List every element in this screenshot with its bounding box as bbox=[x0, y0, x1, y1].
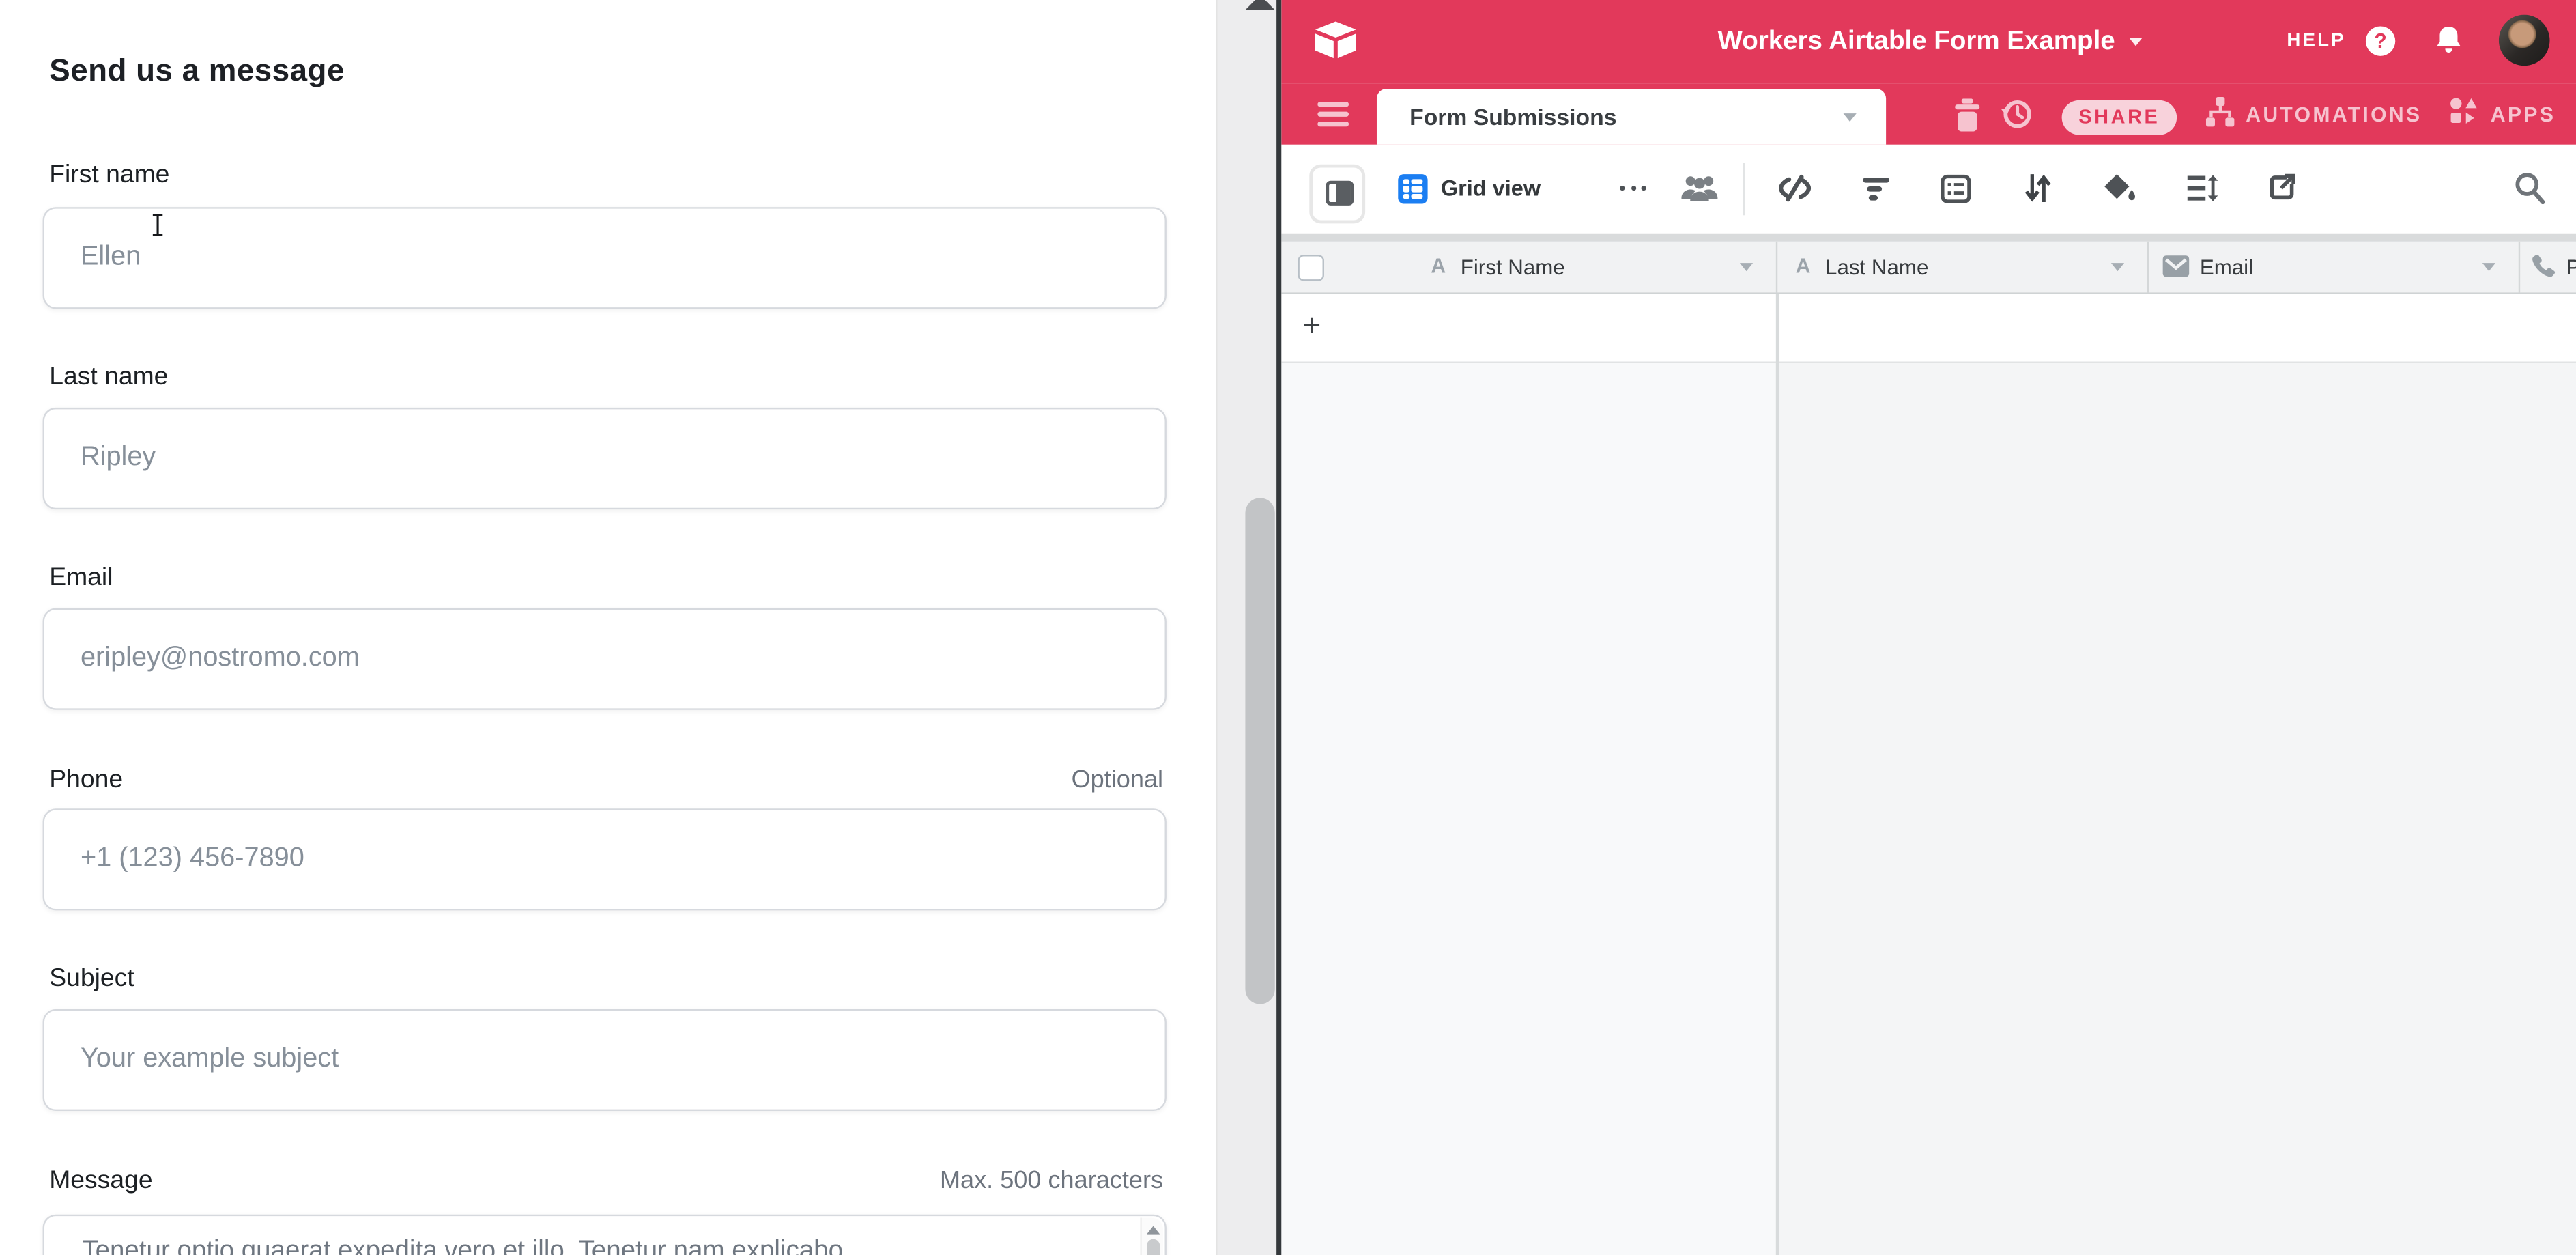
view-sidebar-toggle-button[interactable] bbox=[1309, 165, 1365, 224]
group-icon[interactable] bbox=[1941, 174, 1972, 203]
column-label: Phone bbox=[2566, 255, 2576, 279]
sidebar-toggle-icon bbox=[1326, 181, 1354, 206]
message-textarea[interactable]: Tenetur optio quaerat expedita vero et i… bbox=[43, 1215, 1167, 1255]
help-question-icon[interactable]: ? bbox=[2366, 25, 2395, 55]
phone-field-icon bbox=[2530, 253, 2557, 280]
last-name-placeholder: Ripley bbox=[81, 409, 156, 505]
text-cursor-icon bbox=[149, 214, 166, 237]
view-more-icon[interactable] bbox=[1620, 186, 1659, 193]
help-link[interactable]: HELP bbox=[2287, 31, 2345, 51]
frozen-column-divider bbox=[1776, 294, 1779, 1255]
column-header-row: A First Name A Last Name Email bbox=[1281, 241, 2576, 294]
phone-optional-note: Optional bbox=[1072, 766, 1163, 794]
share-button[interactable]: SHARE bbox=[2062, 100, 2177, 135]
email-label: Email bbox=[49, 564, 113, 593]
text-field-icon: A bbox=[1431, 254, 1446, 277]
view-name[interactable]: Grid view bbox=[1441, 176, 1541, 201]
message-label: Message bbox=[49, 1167, 152, 1196]
grid-canvas-frozen[interactable] bbox=[1281, 363, 1775, 1255]
row-height-icon[interactable] bbox=[2187, 174, 2218, 202]
column-label: First Name bbox=[1461, 255, 1565, 279]
phone-placeholder: +1 (123) 456-7890 bbox=[81, 810, 304, 906]
base-title: Workers Airtable Form Example bbox=[1718, 27, 2115, 57]
column-label: Last Name bbox=[1825, 255, 1928, 279]
email-field-icon bbox=[2162, 254, 2190, 277]
notifications-bell-icon[interactable] bbox=[2433, 25, 2465, 57]
apps-icon[interactable] bbox=[2450, 97, 2479, 126]
phone-input[interactable]: +1 (123) 456-7890 bbox=[43, 808, 1167, 910]
email-input[interactable]: eripley@nostromo.com bbox=[43, 608, 1167, 710]
tab-label: Form Submissions bbox=[1409, 89, 1616, 145]
grid-canvas[interactable] bbox=[1776, 363, 2576, 1255]
textarea-scrollbar[interactable] bbox=[1140, 1218, 1163, 1255]
subject-input[interactable]: Your example subject bbox=[43, 1009, 1167, 1111]
first-name-placeholder: Ellen bbox=[81, 209, 141, 305]
page-scrollbar[interactable] bbox=[1216, 0, 1278, 1255]
user-avatar[interactable] bbox=[2499, 15, 2550, 66]
text-field-icon: A bbox=[1796, 254, 1811, 277]
trash-icon[interactable] bbox=[1954, 98, 1981, 131]
airtable-topbar: Workers Airtable Form Example HELP ? bbox=[1281, 0, 2576, 84]
column-label: Email bbox=[2200, 255, 2253, 279]
page-scroll-thumb[interactable] bbox=[1245, 498, 1274, 1004]
column-caret-icon[interactable] bbox=[2482, 262, 2495, 270]
phone-label: Phone bbox=[49, 766, 123, 795]
color-icon[interactable] bbox=[2103, 173, 2136, 204]
column-caret-icon[interactable] bbox=[1740, 262, 1753, 270]
message-max-note: Max. 500 characters bbox=[940, 1167, 1163, 1195]
subject-placeholder: Your example subject bbox=[81, 1011, 339, 1106]
add-row-plus[interactable]: + bbox=[1303, 294, 1321, 360]
column-header-first-name[interactable]: A First Name bbox=[1281, 241, 1775, 293]
scroll-up-arrow-icon[interactable] bbox=[1245, 0, 1274, 10]
base-title-caret-icon bbox=[2130, 38, 2143, 46]
automations-icon[interactable] bbox=[2205, 97, 2236, 128]
last-name-input[interactable]: Ripley bbox=[43, 408, 1167, 509]
hide-fields-icon[interactable] bbox=[1777, 174, 1812, 202]
subject-label: Subject bbox=[49, 965, 134, 994]
tab-caret-icon[interactable] bbox=[1844, 113, 1857, 122]
column-caret-icon[interactable] bbox=[2111, 262, 2124, 270]
form-title: Send us a message bbox=[49, 54, 345, 90]
filter-icon[interactable] bbox=[1861, 176, 1891, 203]
collaborators-icon[interactable] bbox=[1680, 174, 1718, 202]
share-view-icon[interactable] bbox=[2267, 173, 2297, 202]
tab-form-submissions[interactable]: Form Submissions bbox=[1377, 89, 1886, 145]
screen: Send us a message First name Ellen Last … bbox=[0, 0, 2576, 1255]
toolbar-divider bbox=[1743, 163, 1745, 215]
history-icon[interactable] bbox=[1999, 97, 2034, 132]
add-row-strip[interactable]: + bbox=[1281, 294, 2576, 363]
column-header-phone[interactable]: Phone bbox=[2519, 241, 2576, 293]
column-header-email[interactable]: Email bbox=[2147, 241, 2519, 293]
airtable-tabbar: Form Submissions SHARE bbox=[1281, 84, 2576, 145]
grid-view-icon bbox=[1398, 174, 1427, 203]
first-name-label: First name bbox=[49, 161, 169, 191]
contact-form-pane: Send us a message First name Ellen Last … bbox=[0, 0, 1216, 1255]
column-header-last-name[interactable]: A Last Name bbox=[1776, 241, 2147, 293]
first-name-input[interactable]: Ellen bbox=[43, 207, 1167, 309]
textarea-scroll-thumb[interactable] bbox=[1146, 1239, 1159, 1255]
message-text: Tenetur optio quaerat expedita vero et i… bbox=[82, 1237, 1133, 1255]
window-divider bbox=[1276, 0, 1281, 1255]
view-toolbar: Grid view bbox=[1281, 145, 2576, 234]
share-label: SHARE bbox=[2078, 105, 2160, 128]
base-title-group[interactable]: Workers Airtable Form Example bbox=[1577, 0, 2284, 84]
scroll-up-icon[interactable] bbox=[1147, 1226, 1160, 1235]
table-menu-icon[interactable] bbox=[1317, 102, 1349, 126]
grid-top-band bbox=[1281, 234, 2576, 241]
automations-label[interactable]: AUTOMATIONS bbox=[2246, 104, 2422, 127]
airtable-pane: Workers Airtable Form Example HELP ? bbox=[1281, 0, 2576, 1255]
search-icon[interactable] bbox=[2514, 171, 2547, 206]
apps-label[interactable]: APPS bbox=[2491, 104, 2556, 127]
last-name-label: Last name bbox=[49, 363, 168, 393]
sort-icon[interactable] bbox=[2024, 173, 2052, 204]
email-placeholder: eripley@nostromo.com bbox=[81, 610, 360, 705]
airtable-logo-icon[interactable] bbox=[1313, 18, 1358, 62]
